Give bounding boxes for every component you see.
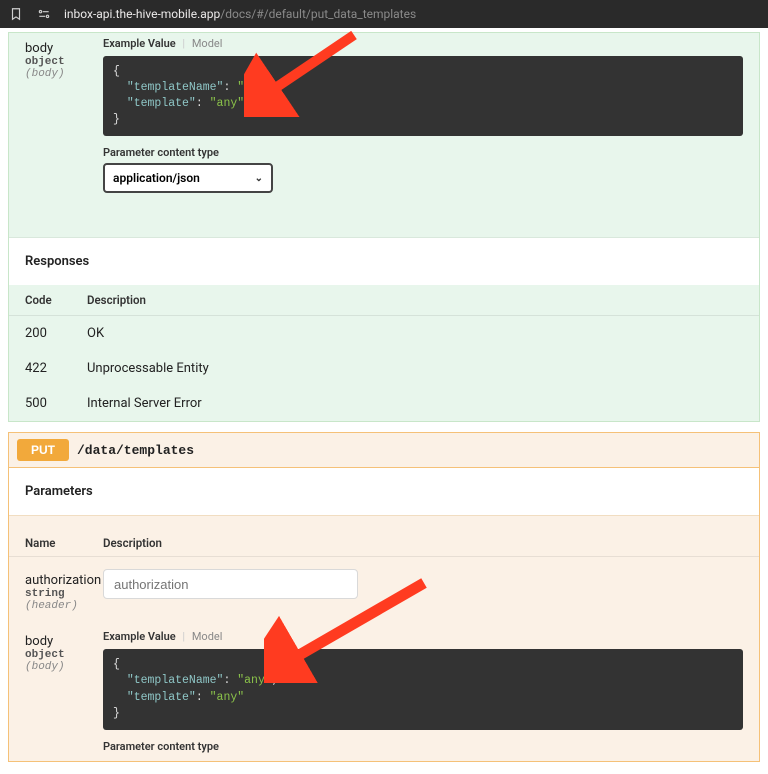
col-name-head: Name — [25, 536, 103, 550]
param-loc: (header) — [25, 600, 103, 612]
tab-model[interactable]: Model — [192, 630, 223, 643]
col-desc-head: Description — [103, 536, 743, 550]
url-bar[interactable]: inbox-api.the-hive-mobile.app/docs/#/def… — [64, 7, 416, 21]
param-meta: authorization string (header) — [25, 569, 103, 612]
http-method-badge: PUT — [17, 439, 69, 461]
param-value-area — [103, 569, 743, 612]
responses-header-row: Code Description — [9, 285, 759, 316]
param-value-area: Example Value | Model { "templateName": … — [103, 37, 743, 193]
example-json[interactable]: { "templateName": "any", "template": "an… — [103, 649, 743, 729]
resp-desc: Unprocessable Entity — [87, 361, 743, 376]
bookmark-icon[interactable] — [8, 6, 24, 22]
resp-code: 500 — [25, 396, 87, 411]
param-name: authorization — [25, 573, 103, 588]
resp-code: 200 — [25, 326, 87, 341]
params-header-row: Name Description — [9, 530, 759, 557]
param-name: body — [25, 634, 103, 649]
operation-panel-put: PUT /data/templates Parameters Name Desc… — [8, 432, 760, 761]
param-loc: (body) — [25, 68, 103, 80]
example-json[interactable]: { "templateName": "any", "template": "an… — [103, 56, 743, 136]
url-path: /docs/#/default/put_data_templates — [220, 7, 416, 21]
param-type: string — [25, 588, 103, 600]
resp-desc: OK — [87, 326, 743, 341]
content-type-label: Parameter content type — [103, 740, 743, 753]
resp-code: 422 — [25, 361, 87, 376]
operation-panel-1: body object (body) Example Value | Model… — [8, 32, 760, 422]
param-meta: body object (body) — [25, 630, 103, 756]
param-name: body — [25, 41, 103, 56]
authorization-input[interactable] — [103, 569, 358, 599]
parameters-heading: Parameters — [9, 468, 759, 515]
resp-desc: Internal Server Error — [87, 396, 743, 411]
model-tabs: Example Value | Model — [103, 37, 743, 50]
content-type-select[interactable]: application/json ⌄ — [103, 163, 273, 193]
param-row-authorization: authorization string (header) — [9, 565, 759, 616]
param-type: object — [25, 56, 103, 68]
tab-example[interactable]: Example Value — [103, 630, 176, 643]
col-desc-head: Description — [87, 293, 743, 307]
tab-example[interactable]: Example Value — [103, 37, 176, 50]
param-type: object — [25, 649, 103, 661]
response-row: 422 Unprocessable Entity — [9, 351, 759, 386]
model-tabs: Example Value | Model — [103, 630, 743, 643]
param-loc: (body) — [25, 661, 103, 673]
chevron-down-icon: ⌄ — [255, 173, 263, 184]
response-row: 500 Internal Server Error — [9, 386, 759, 421]
param-row-body: body object (body) Example Value | Model… — [9, 626, 759, 760]
operation-header[interactable]: PUT /data/templates — [9, 433, 759, 468]
param-row-body: body object (body) Example Value | Model… — [9, 33, 759, 197]
content-type-label: Parameter content type — [103, 146, 743, 159]
responses-heading: Responses — [9, 238, 759, 285]
col-code-head: Code — [25, 293, 87, 307]
response-row: 200 OK — [9, 316, 759, 351]
endpoint-path: /data/templates — [77, 443, 194, 458]
content-type-value: application/json — [113, 171, 200, 185]
url-host: inbox-api.the-hive-mobile.app — [64, 7, 220, 21]
browser-topbar: inbox-api.the-hive-mobile.app/docs/#/def… — [0, 0, 768, 28]
param-meta: body object (body) — [25, 37, 103, 193]
tab-model[interactable]: Model — [192, 37, 223, 50]
param-value-area: Example Value | Model { "templateName": … — [103, 630, 743, 756]
site-settings-icon[interactable] — [36, 6, 52, 22]
